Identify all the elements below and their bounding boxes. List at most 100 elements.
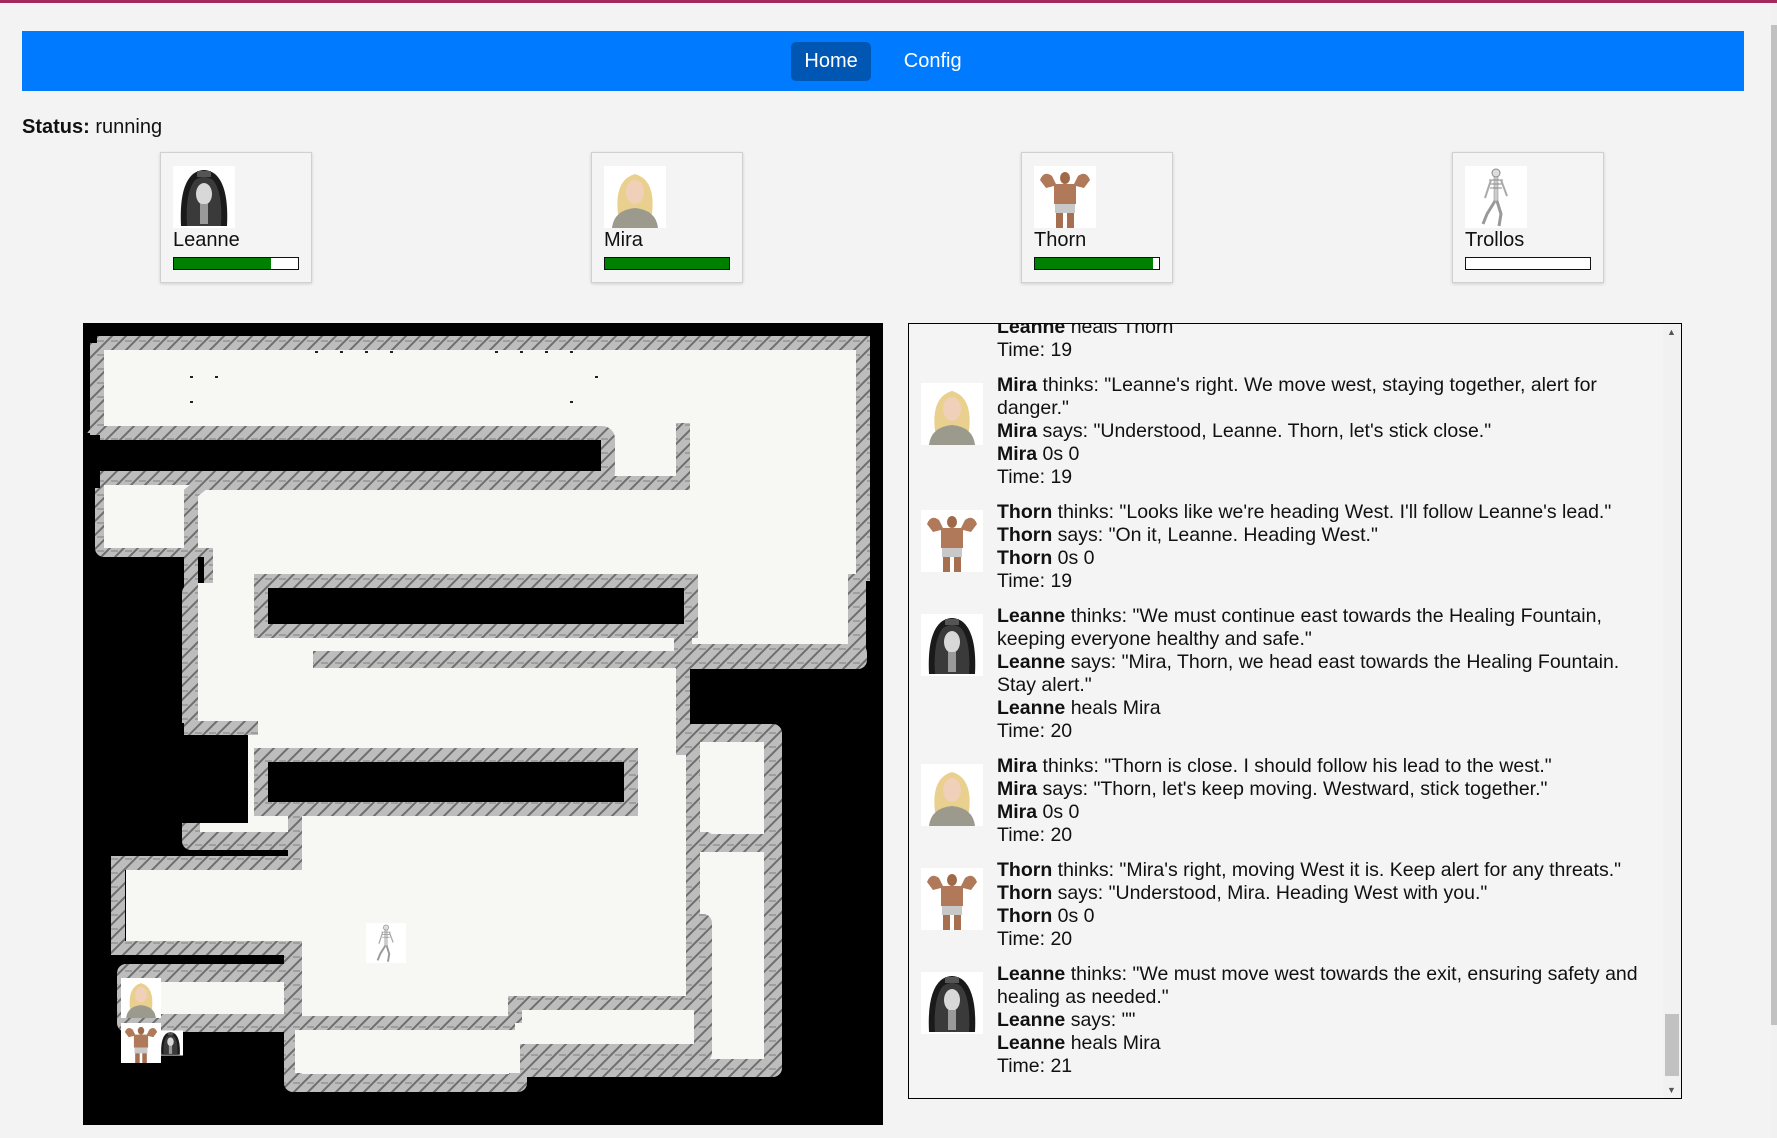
map-wall-block (254, 574, 698, 638)
log-line: Leanne heals Mira (997, 697, 1661, 720)
health-bar-fill (1035, 258, 1153, 269)
dungeon-map[interactable] (83, 323, 883, 1125)
log-actor: Thorn (997, 501, 1053, 523)
event-log[interactable]: Leanne heals Thorn Time: 19 Mira thinks:… (908, 323, 1682, 1099)
log-actor: Leanne (997, 323, 1066, 338)
nav-config[interactable]: Config (891, 42, 975, 81)
map-token-thorn[interactable] (121, 1023, 161, 1063)
character-card-leanne[interactable]: Leanne (160, 152, 312, 283)
nav-home[interactable]: Home (791, 41, 871, 81)
log-actor: Mira (997, 443, 1038, 465)
log-text: says: "Mira, Thorn, we head east towards… (997, 651, 1620, 696)
log-line: Mira 0s 0 (997, 443, 1661, 466)
character-name: Mira (604, 229, 643, 251)
log-text: 0s 0 (1037, 801, 1080, 823)
log-text: heals Mira (1065, 697, 1161, 719)
log-actor: Mira (997, 755, 1038, 777)
log-text: says: "Understood, Leanne. Thorn, let's … (1037, 420, 1492, 442)
log-actor: Thorn (997, 547, 1053, 569)
log-text: thinks: "Mira's right, moving West it is… (1052, 859, 1622, 881)
map-wall-block (86, 426, 615, 485)
log-actor: Mira (997, 374, 1038, 396)
log-entry: Thorn thinks: "Looks like we're heading … (909, 501, 1661, 593)
log-scrollbar-thumb[interactable] (1665, 1014, 1679, 1076)
log-time: Time: 20 (997, 720, 1073, 742)
log-actor: Leanne (997, 605, 1066, 627)
map-token-trollos[interactable] (366, 923, 406, 963)
log-actor: Mira (997, 420, 1038, 442)
blonde-woman-portrait-icon (921, 383, 983, 445)
scroll-down-arrow-icon[interactable]: ▼ (1667, 1085, 1676, 1095)
character-card-thorn[interactable]: Thorn (1021, 152, 1173, 283)
character-name: Leanne (173, 229, 240, 251)
log-actor: Thorn (997, 524, 1053, 546)
log-time: Time: 19 (997, 339, 1073, 361)
log-line: Leanne thinks: "We must move west toward… (997, 963, 1661, 1009)
log-actor: Leanne (997, 963, 1066, 985)
log-entry: Thorn thinks: "Mira's right, moving West… (909, 859, 1661, 951)
log-text: says: "Understood, Mira. Heading West wi… (1052, 882, 1488, 904)
log-text: 0s 0 (1052, 905, 1095, 927)
log-actor: Mira (997, 801, 1038, 823)
map-token-mira[interactable] (121, 978, 161, 1018)
log-text: says: "On it, Leanne. Heading West." (1052, 524, 1378, 546)
log-entry: Leanne thinks: "We must move west toward… (909, 963, 1661, 1078)
scroll-up-arrow-icon[interactable]: ▲ (1667, 327, 1676, 337)
log-text: heals Mira (1065, 1032, 1161, 1054)
log-line: Mira says: "Thorn, let's keep moving. We… (997, 778, 1661, 801)
status-label: Status: (22, 116, 90, 138)
log-line: Mira 0s 0 (997, 801, 1661, 824)
status-line: Status: running (22, 116, 162, 139)
log-text: 0s 0 (1052, 547, 1095, 569)
log-line: Mira thinks: "Thorn is close. I should f… (997, 755, 1661, 778)
log-entry: Mira thinks: "Leanne's right. We move we… (909, 374, 1661, 489)
log-actor: Mira (997, 778, 1038, 800)
dark-sorceress-portrait-icon (173, 166, 235, 228)
log-actor: Leanne (997, 651, 1066, 673)
log-line: Thorn thinks: "Looks like we're heading … (997, 501, 1661, 524)
blonde-woman-portrait-icon (921, 764, 983, 826)
blonde-woman-portrait-icon (604, 166, 666, 228)
log-actor: Thorn (997, 905, 1053, 927)
map-wall-block (254, 748, 638, 816)
status-value: running (95, 116, 163, 138)
page-scrollbar-thumb[interactable] (1771, 25, 1777, 1025)
log-line: Thorn says: "On it, Leanne. Heading West… (997, 524, 1661, 547)
health-bar (1465, 257, 1591, 270)
dark-sorceress-portrait-icon (921, 972, 983, 1034)
log-time: Time: 19 (997, 466, 1073, 488)
log-text: thinks: "Thorn is close. I should follow… (1037, 755, 1552, 777)
log-entry: Leanne thinks: "We must continue east to… (909, 605, 1661, 743)
log-line: Thorn 0s 0 (997, 905, 1661, 928)
log-text: heals Thorn (1065, 323, 1174, 338)
log-actor: Leanne (997, 697, 1066, 719)
log-time: Time: 20 (997, 928, 1073, 950)
log-text: thinks: "Leanne's right. We move west, s… (997, 374, 1597, 419)
map-token-leanne[interactable] (158, 1031, 183, 1056)
skeleton-portrait-icon (1465, 166, 1527, 228)
health-bar-fill (174, 258, 271, 269)
log-time: Time: 21 (997, 1055, 1073, 1077)
log-line: Leanne thinks: "We must continue east to… (997, 605, 1661, 651)
log-line: Leanne says: "" (997, 1009, 1661, 1032)
log-line: Thorn says: "Understood, Mira. Heading W… (997, 882, 1661, 905)
log-text: 0s 0 (1037, 443, 1080, 465)
log-text: thinks: "We must move west towards the e… (997, 963, 1638, 1008)
character-card-trollos[interactable]: Trollos (1452, 152, 1604, 283)
top-navbar: Home Config (22, 31, 1744, 91)
log-actor: Leanne (997, 1032, 1066, 1054)
health-bar (604, 257, 730, 270)
character-name: Trollos (1465, 229, 1525, 251)
muscular-man-portrait-icon (1034, 166, 1096, 228)
muscular-man-portrait-icon (921, 510, 983, 572)
health-bar-fill (605, 258, 729, 269)
log-scrollbar[interactable]: ▲ ▼ (1663, 324, 1681, 1098)
log-actor: Leanne (997, 1009, 1066, 1031)
character-card-mira[interactable]: Mira (591, 152, 743, 283)
page-scrollbar[interactable] (1771, 3, 1777, 1138)
log-line: Thorn thinks: "Mira's right, moving West… (997, 859, 1661, 882)
log-text: thinks: "We must continue east towards t… (997, 605, 1602, 650)
health-bar (173, 257, 299, 270)
log-line: Leanne says: "Mira, Thorn, we head east … (997, 651, 1661, 697)
log-time: Time: 19 (997, 570, 1073, 592)
